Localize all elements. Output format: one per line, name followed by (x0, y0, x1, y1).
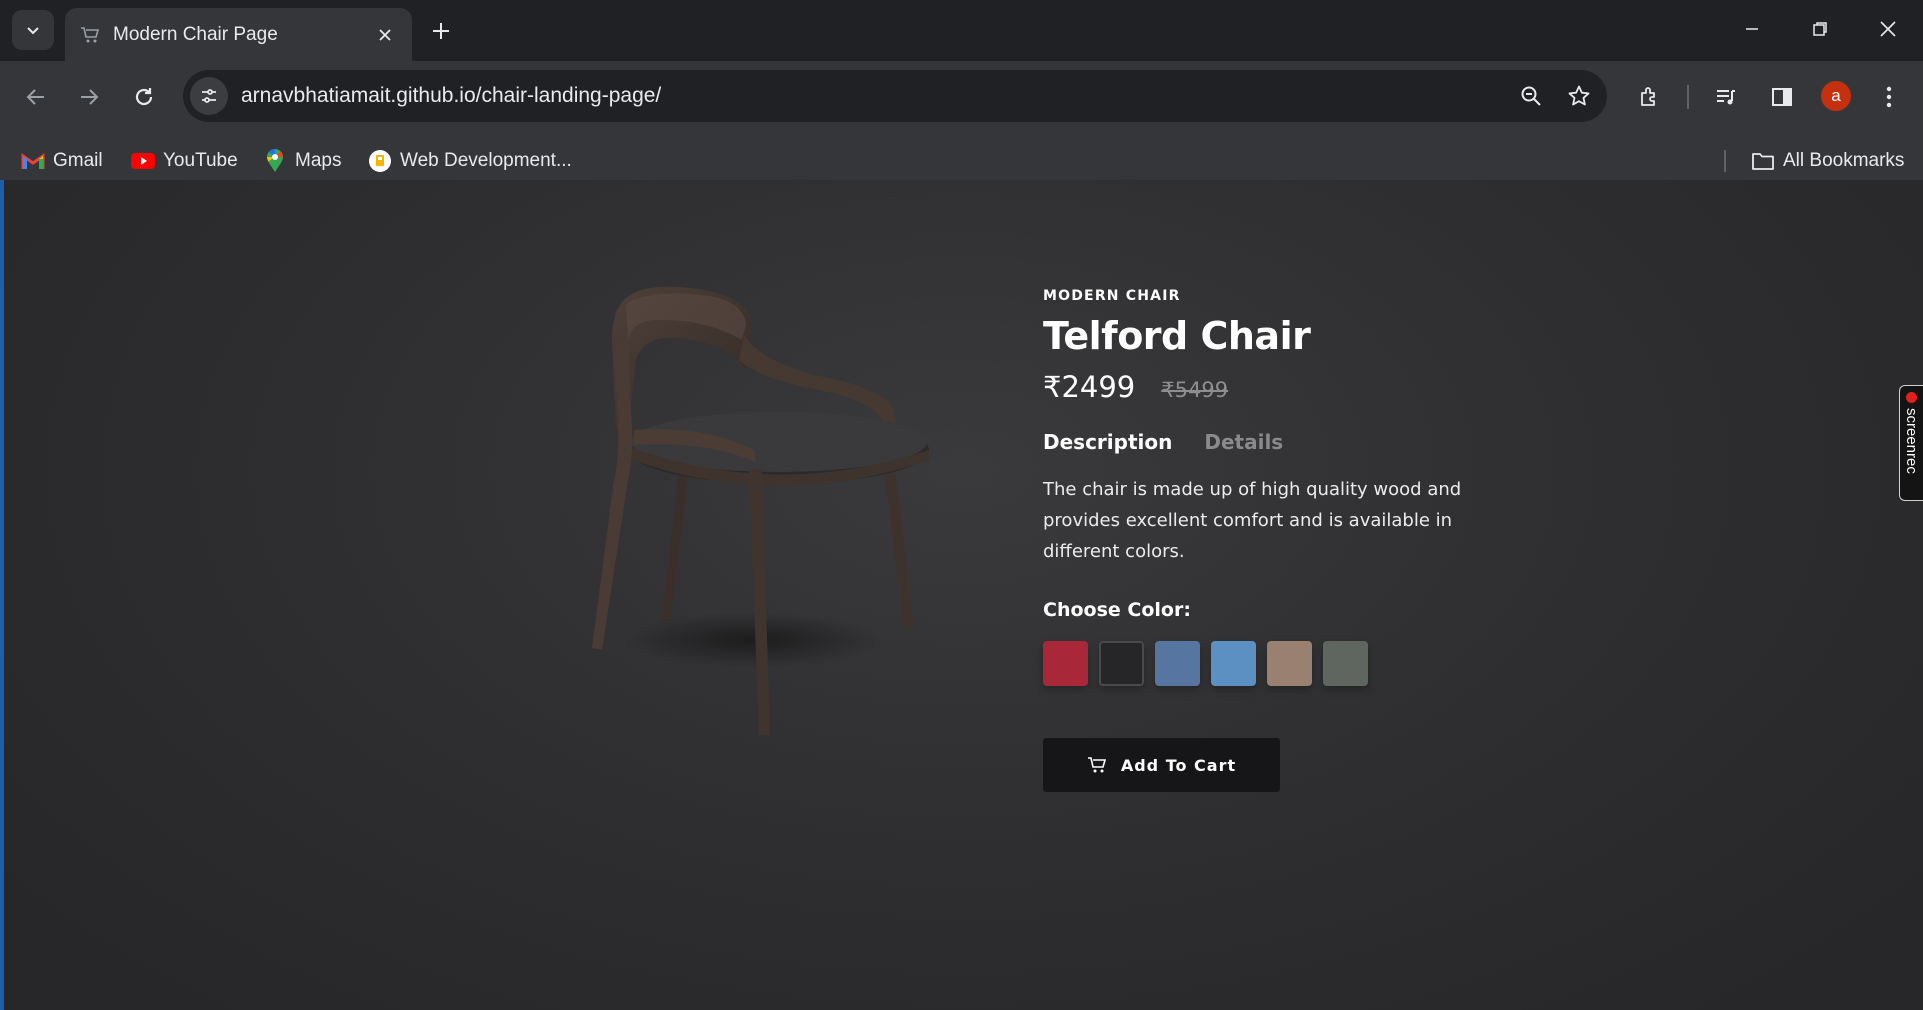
price-row: ₹2499 ₹5499 (1043, 370, 1493, 404)
reload-icon (135, 88, 153, 106)
arrow-right-icon (81, 89, 99, 105)
tab-title: Modern Chair Page (113, 23, 278, 45)
site-info-button[interactable] (190, 77, 228, 115)
forward-button[interactable] (69, 77, 109, 117)
bookmark-label: Maps (295, 150, 342, 171)
tab-active[interactable]: Modern Chair Page (65, 8, 412, 61)
address-bar[interactable]: arnavbhatiamait.github.io/chair-landing-… (183, 70, 1607, 122)
plus-icon (433, 23, 449, 39)
tab-description[interactable]: Description (1043, 430, 1172, 454)
back-button[interactable] (16, 77, 56, 117)
screenrec-widget[interactable]: screenrec (1899, 385, 1923, 501)
restore-icon (1813, 22, 1827, 36)
folder-icon (1750, 148, 1776, 174)
color-swatch-beige[interactable] (1267, 641, 1312, 686)
close-window-button[interactable] (1860, 6, 1916, 52)
bookmark-star-button[interactable] (1559, 76, 1599, 116)
puzzle-icon (1641, 87, 1655, 106)
color-swatch-black[interactable] (1099, 641, 1144, 686)
menu-button[interactable] (1869, 77, 1909, 117)
side-panel-button[interactable] (1762, 77, 1802, 117)
page-viewport: MODERN CHAIR Telford Chair ₹2499 ₹5499 D… (4, 180, 1923, 1010)
color-swatch-red[interactable] (1043, 641, 1088, 686)
queue-music-icon (1717, 90, 1735, 105)
minimize-button[interactable] (1724, 6, 1780, 52)
gmail-icon (20, 148, 46, 174)
tab-details[interactable]: Details (1204, 430, 1283, 454)
color-swatch-olive-grey[interactable] (1323, 641, 1368, 686)
color-swatch-denim[interactable] (1155, 641, 1200, 686)
zoom-button[interactable] (1511, 76, 1551, 116)
product-description: The chair is made up of high quality woo… (1043, 479, 1462, 562)
cart-favicon-icon (79, 24, 101, 46)
product-tabs: Description Details (1043, 430, 1493, 454)
extensions-button[interactable] (1630, 77, 1670, 117)
chevron-down-icon (27, 27, 39, 35)
chair-image (592, 286, 929, 735)
url-text[interactable]: arnavbhatiamait.github.io/chair-landing-… (241, 84, 1511, 108)
color-swatch-sky-blue[interactable] (1211, 641, 1256, 686)
bookmark-label: Gmail (53, 150, 103, 171)
close-icon (1880, 21, 1896, 37)
minimize-icon (1746, 28, 1758, 30)
bookmark-label: YouTube (163, 150, 238, 171)
choose-color-label: Choose Color: (1043, 599, 1191, 621)
toolbar-separator (1687, 85, 1689, 109)
add-to-cart-button[interactable]: Add To Cart (1043, 738, 1280, 792)
side-panel-icon (1772, 88, 1792, 106)
tune-icon (202, 89, 216, 103)
star-icon (1568, 85, 1590, 106)
media-controls-button[interactable] (1706, 77, 1746, 117)
tab-search-button[interactable] (12, 10, 54, 50)
bookmarks-separator (1724, 150, 1726, 172)
restore-button[interactable] (1792, 6, 1848, 52)
tab-close-icon[interactable] (372, 22, 398, 48)
cart-icon (1087, 755, 1107, 775)
web-dev-icon (367, 148, 393, 174)
all-bookmarks-label: All Bookmarks (1783, 150, 1905, 171)
browser-toolbar: arnavbhatiamait.github.io/chair-landing-… (0, 61, 1923, 189)
youtube-icon (130, 148, 156, 174)
product-info: MODERN CHAIR Telford Chair ₹2499 ₹5499 D… (1043, 288, 1493, 792)
zoom-out-icon (1521, 86, 1541, 106)
maps-icon (262, 148, 288, 174)
product-title: Telford Chair (1043, 314, 1311, 358)
screenrec-label: screenrec (1903, 408, 1920, 474)
color-swatches (1043, 641, 1493, 686)
arrow-left-icon (26, 89, 44, 105)
profile-avatar[interactable]: a (1821, 81, 1851, 111)
kebab-menu-icon (1886, 86, 1892, 108)
current-price: ₹2499 (1043, 370, 1136, 404)
tab-strip: Modern Chair Page (0, 0, 1923, 61)
add-to-cart-label: Add To Cart (1120, 755, 1237, 775)
new-tab-button[interactable] (424, 14, 458, 48)
original-price: ₹5499 (1161, 378, 1229, 402)
reload-button[interactable] (124, 77, 164, 117)
product-category: MODERN CHAIR (1043, 288, 1181, 304)
record-dot-icon (1906, 392, 1917, 403)
bookmark-label: Web Development... (400, 150, 572, 171)
